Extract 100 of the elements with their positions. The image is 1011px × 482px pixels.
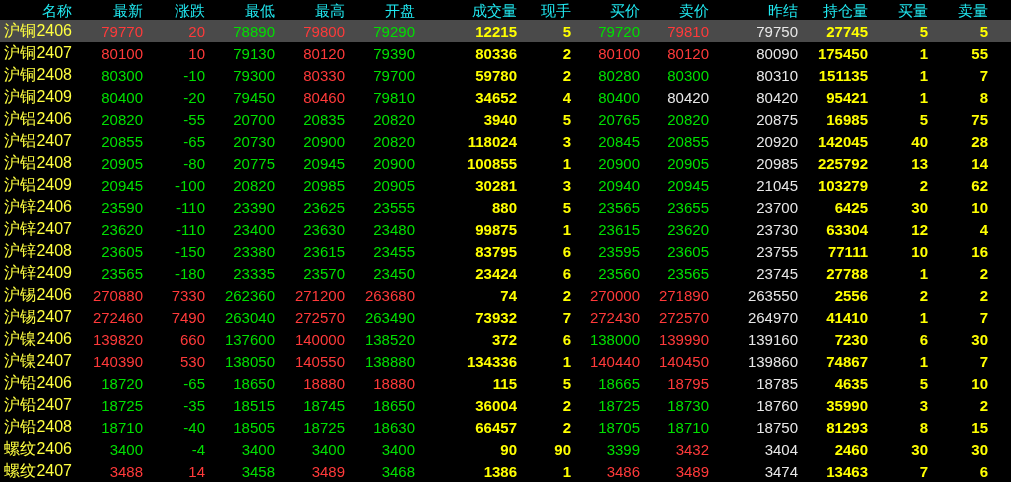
table-cell-text: 30 bbox=[910, 199, 928, 215]
table-cell-text: 77111 bbox=[826, 243, 868, 259]
table-cell-text: 138000 bbox=[588, 331, 640, 347]
table-cell-text: 7490 bbox=[170, 309, 205, 325]
table-cell-text: 59780 bbox=[474, 67, 517, 83]
table-cell-text: -20 bbox=[182, 89, 205, 105]
table-cell-text: 18505 bbox=[232, 419, 275, 435]
table-cell-text: 20845 bbox=[597, 133, 640, 149]
table-cell-text: -80 bbox=[182, 155, 205, 171]
table-cell-text: 80400 bbox=[100, 89, 143, 105]
table-cell-text: 3489 bbox=[310, 463, 345, 479]
table-cell-text: 6 bbox=[918, 331, 928, 347]
table-cell-text: 73932 bbox=[474, 309, 517, 325]
table-cell-text: 20820 bbox=[232, 177, 275, 193]
table-cell-text: 沪铜2408 bbox=[3, 67, 72, 83]
table-cell-text: 23755 bbox=[755, 243, 798, 259]
table-cell-text: -65 bbox=[182, 375, 205, 391]
table-cell-text: 20700 bbox=[232, 111, 275, 127]
table-cell-text: 272460 bbox=[91, 309, 143, 325]
column-header[interactable]: 卖量 bbox=[928, 2, 988, 18]
table-cell-text: 3488 bbox=[108, 463, 143, 479]
column-header[interactable]: 昨结 bbox=[709, 2, 798, 18]
table-cell-text: 83795 bbox=[474, 243, 517, 259]
table-cell-text: 23625 bbox=[302, 199, 345, 215]
table-cell-text: 139160 bbox=[746, 331, 798, 347]
table-cell-text: 23380 bbox=[232, 243, 275, 259]
table-cell-text: 20945 bbox=[302, 155, 345, 171]
table-cell-text: 沪镍2407 bbox=[3, 353, 72, 369]
table-cell-text: 23730 bbox=[755, 221, 798, 237]
column-header[interactable]: 开盘 bbox=[345, 2, 415, 18]
column-header[interactable]: 最低 bbox=[205, 2, 275, 18]
table-cell-text: 7 bbox=[561, 309, 571, 325]
table-row[interactable]: 沪铜2406 79770 20 78890 79800 79290 12215 5 79720 79810 79750 27745 5 5 bbox=[0, 20, 1011, 42]
table-cell-text: 1 bbox=[918, 353, 928, 369]
table-cell-text: 23615 bbox=[597, 221, 640, 237]
table-cell-text: 79450 bbox=[232, 89, 275, 105]
table-cell-text: 6 bbox=[978, 463, 988, 479]
table-cell-text: 20905 bbox=[666, 155, 709, 171]
table-cell-text: 沪锌2409 bbox=[3, 265, 72, 281]
table-cell-text: 20820 bbox=[666, 111, 709, 127]
table-cell-text: 62 bbox=[970, 177, 988, 193]
table-cell-text: 151135 bbox=[817, 67, 868, 83]
table-cell-text: 5 bbox=[561, 375, 571, 391]
table-cell-text: 80420 bbox=[755, 89, 798, 105]
table-cell-text: 80330 bbox=[302, 67, 345, 83]
table-cell-text: 134336 bbox=[465, 353, 517, 369]
table-cell-text: 115 bbox=[491, 375, 517, 391]
table-cell-text: 40 bbox=[910, 133, 928, 149]
table-cell-text: 23565 bbox=[100, 265, 143, 281]
table-cell-text: 139990 bbox=[657, 331, 709, 347]
table-cell-text: 20875 bbox=[755, 111, 798, 127]
table-cell-text: 30 bbox=[910, 441, 928, 457]
table-cell-text: 20985 bbox=[755, 155, 798, 171]
column-header[interactable]: 成交量 bbox=[415, 2, 517, 18]
table-cell-text: 18795 bbox=[666, 375, 709, 391]
column-header[interactable]: 持仓量 bbox=[798, 2, 868, 18]
column-header[interactable]: 最新 bbox=[72, 2, 143, 18]
table-cell-text: 4635 bbox=[833, 375, 868, 391]
column-header[interactable]: 买量 bbox=[868, 2, 928, 18]
table-cell-text: 23565 bbox=[597, 199, 640, 215]
table-cell-text: 3489 bbox=[674, 463, 709, 479]
table-cell-text: 7 bbox=[978, 67, 988, 83]
table-cell-text: 23620 bbox=[100, 221, 143, 237]
column-header[interactable]: 涨跌 bbox=[143, 2, 205, 18]
table-cell-text: -55 bbox=[182, 111, 205, 127]
table-cell-text: 262360 bbox=[223, 287, 275, 303]
table-cell-text: 3400 bbox=[310, 441, 345, 457]
table-cell-text: 80090 bbox=[755, 45, 798, 61]
table-cell-text: 23745 bbox=[755, 265, 798, 281]
column-header[interactable]: 最高 bbox=[275, 2, 345, 18]
column-header[interactable]: 现手 bbox=[517, 2, 571, 18]
column-header[interactable]: 名称 bbox=[0, 2, 72, 18]
table-cell-text: 137600 bbox=[223, 331, 275, 347]
table-cell-text: 10 bbox=[970, 199, 988, 215]
table-cell-text: 3940 bbox=[482, 111, 517, 127]
table-cell-text: 沪镍2406 bbox=[3, 331, 72, 347]
table-cell-text: 270880 bbox=[91, 287, 143, 303]
table-cell-text: 23390 bbox=[232, 199, 275, 215]
table-cell-text: 138520 bbox=[363, 331, 415, 347]
table-cell-text: 18880 bbox=[302, 375, 345, 391]
table-cell-text: 20940 bbox=[597, 177, 640, 193]
table-cell-text: 8 bbox=[978, 89, 988, 105]
table-cell-text: 80460 bbox=[302, 89, 345, 105]
column-header[interactable]: 买价 bbox=[571, 2, 640, 18]
table-cell-text: 18720 bbox=[100, 375, 143, 391]
table-cell-text: 80300 bbox=[666, 67, 709, 83]
table-cell-text: 175450 bbox=[816, 45, 868, 61]
table-cell-text: 3 bbox=[561, 177, 571, 193]
table-cell-text: 80120 bbox=[302, 45, 345, 61]
table-cell-text: 沪铝2407 bbox=[3, 133, 72, 149]
table-cell-text: 6425 bbox=[833, 199, 868, 215]
table-cell-text: 23335 bbox=[232, 265, 275, 281]
table-cell-text: 沪铅2406 bbox=[3, 375, 72, 391]
table-cell-text: 80336 bbox=[474, 45, 517, 61]
table-cell-text: -110 bbox=[175, 199, 205, 215]
table-cell-text: 79810 bbox=[372, 89, 415, 105]
table-cell-text: 10 bbox=[187, 45, 205, 61]
table-cell-text: 23450 bbox=[372, 265, 415, 281]
column-header[interactable]: 卖价 bbox=[640, 2, 709, 18]
table-cell-text: 27745 bbox=[825, 23, 868, 39]
